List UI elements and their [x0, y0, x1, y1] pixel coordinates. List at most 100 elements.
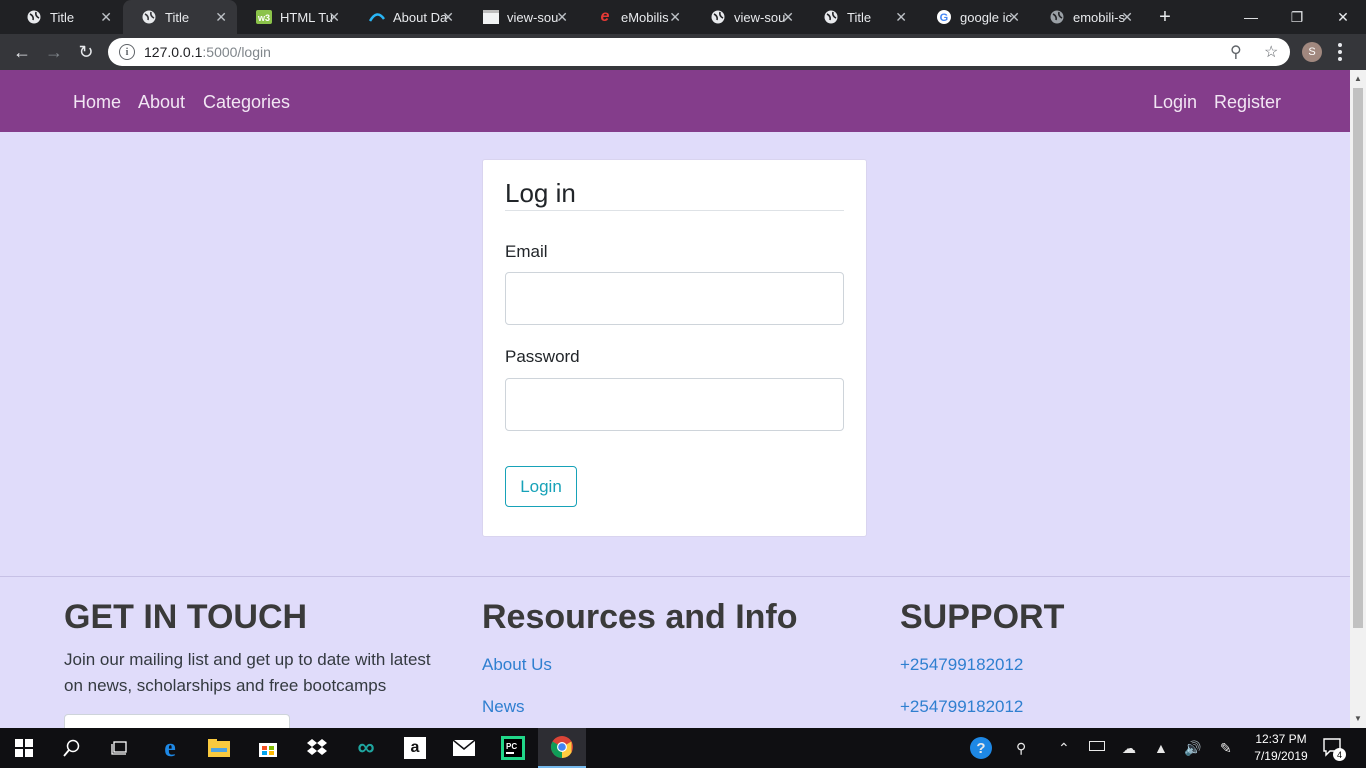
footer-column-touch: GET IN TOUCH Join our mailing list and g…: [64, 598, 444, 699]
browser-tab[interactable]: G google ic ✕: [918, 0, 1030, 34]
globe-icon: [1049, 9, 1065, 25]
browser-tab-active[interactable]: Title ✕: [123, 0, 237, 34]
close-icon[interactable]: ✕: [782, 9, 794, 26]
browser-tab[interactable]: Title ✕: [8, 0, 122, 34]
minimize-button[interactable]: —: [1228, 0, 1274, 34]
mail-icon[interactable]: [440, 728, 488, 768]
browser-tab-strip: Title ✕ Title ✕ w3 HTML Tu ✕ About Da ✕ …: [0, 0, 1366, 34]
footer-column-resources: Resources and Info About Us News: [482, 598, 798, 717]
amazon-icon[interactable]: a: [391, 728, 439, 768]
footer-divider: [0, 576, 1350, 577]
email-field[interactable]: [505, 272, 844, 325]
store-icon[interactable]: [244, 728, 292, 768]
footer-link-phone[interactable]: +254799182012: [900, 697, 1064, 717]
close-icon[interactable]: ✕: [1008, 9, 1020, 26]
nav-link-login[interactable]: Login: [1153, 92, 1197, 113]
nav-link-categories[interactable]: Categories: [203, 92, 290, 113]
w3schools-icon: w3: [256, 9, 272, 25]
globe-icon: [26, 9, 42, 25]
emobilis-icon: e: [600, 8, 610, 25]
globe-icon: [141, 9, 157, 25]
reload-button[interactable]: ↻: [72, 38, 100, 66]
close-icon[interactable]: ✕: [215, 9, 227, 26]
close-icon[interactable]: ✕: [669, 9, 681, 26]
info-icon[interactable]: i: [119, 44, 135, 60]
browser-tab[interactable]: emobili-s ✕: [1031, 0, 1143, 34]
page-viewport: Home About Categories Login Register Log…: [0, 70, 1350, 728]
clock-date: 7/19/2019: [1254, 749, 1308, 763]
site-navbar: Home About Categories Login Register: [0, 70, 1350, 132]
url-text: 127.0.0.1:5000/login: [144, 44, 271, 60]
scroll-up-icon[interactable]: ▲: [1354, 74, 1362, 83]
address-bar[interactable]: i 127.0.0.1:5000/login ⚲ ☆: [108, 38, 1290, 66]
login-title: Log in: [505, 178, 576, 208]
pycharm-icon[interactable]: PC: [489, 728, 537, 768]
nav-link-home[interactable]: Home: [73, 92, 121, 113]
footer-heading: SUPPORT: [900, 598, 1065, 636]
browser-toolbar: ← → ↻ i 127.0.0.1:5000/login ⚲ ☆: [0, 34, 1366, 70]
password-label: Password: [505, 347, 580, 366]
notification-icon[interactable]: 4: [1322, 737, 1346, 761]
task-view-icon[interactable]: [96, 728, 144, 768]
login-button[interactable]: Login: [505, 466, 577, 507]
scroll-down-icon[interactable]: ▼: [1354, 714, 1362, 723]
notification-count: 4: [1333, 748, 1346, 761]
forward-button[interactable]: →: [40, 38, 68, 66]
browser-tab[interactable]: view-sou ✕: [465, 0, 578, 34]
browser-tab[interactable]: About Da ✕: [351, 0, 464, 34]
avatar[interactable]: S: [1302, 42, 1322, 62]
footer-link-about-us[interactable]: About Us: [482, 655, 798, 675]
login-card: Log in Email Password Login: [482, 159, 867, 537]
browser-tab[interactable]: w3 HTML Tu ✕: [238, 0, 350, 34]
back-button[interactable]: ←: [8, 38, 36, 66]
edge-icon[interactable]: e: [146, 728, 194, 768]
restore-button[interactable]: ❐: [1274, 0, 1320, 34]
new-tab-button[interactable]: +: [1152, 4, 1178, 30]
star-icon[interactable]: ☆: [1264, 42, 1278, 62]
svg-text:PC: PC: [506, 742, 517, 751]
footer-heading: GET IN TOUCH: [64, 598, 308, 636]
svg-text:w3: w3: [257, 13, 270, 23]
globe-icon: [710, 9, 726, 25]
scrollbar-thumb[interactable]: [1353, 88, 1363, 628]
chevron-up-icon[interactable]: ⌃: [1058, 740, 1070, 757]
nav-link-register[interactable]: Register: [1214, 92, 1281, 113]
wifi-icon[interactable]: ▲: [1154, 740, 1168, 756]
blank-page-icon: [483, 9, 499, 25]
browser-tab[interactable]: e eMobilis ✕: [579, 0, 691, 34]
clock[interactable]: 12:37 PM 7/19/2019: [1244, 731, 1318, 765]
subscribe-email-input[interactable]: [64, 714, 290, 728]
file-explorer-icon[interactable]: [195, 728, 243, 768]
close-icon[interactable]: ✕: [1121, 9, 1133, 26]
footer-link-phone[interactable]: +254799182012: [900, 655, 1064, 675]
browser-tab[interactable]: Title ✕: [805, 0, 917, 34]
footer-link-news[interactable]: News: [482, 697, 798, 717]
password-field[interactable]: [505, 378, 844, 431]
help-icon[interactable]: ?: [970, 737, 992, 759]
close-icon[interactable]: ✕: [100, 9, 112, 26]
google-icon: G: [936, 9, 952, 25]
people-icon[interactable]: ⚲: [1016, 740, 1026, 757]
search-icon[interactable]: [48, 728, 96, 768]
volume-icon[interactable]: 🔊: [1184, 740, 1201, 757]
close-icon[interactable]: ✕: [442, 9, 454, 26]
arduino-icon[interactable]: ∞: [342, 728, 390, 768]
battery-icon[interactable]: [1089, 741, 1105, 751]
footer-column-support: SUPPORT +254799182012 +254799182012: [900, 598, 1064, 717]
close-icon[interactable]: ✕: [328, 9, 340, 26]
close-window-button[interactable]: ✕: [1320, 0, 1366, 34]
zoom-icon[interactable]: ⚲: [1230, 42, 1242, 62]
chrome-icon[interactable]: [538, 728, 586, 768]
dropbox-icon[interactable]: [293, 728, 341, 768]
clock-time: 12:37 PM: [1255, 732, 1307, 746]
nav-link-about[interactable]: About: [138, 92, 185, 113]
close-icon[interactable]: ✕: [556, 9, 568, 26]
taskbar: e ∞ a PC ? ⚲ ⌃ ☁ ▲ 🔊 ✎ 12:37 PM 7/19/201…: [0, 728, 1366, 768]
start-button[interactable]: [0, 728, 48, 768]
cloud-icon[interactable]: ☁: [1122, 740, 1136, 757]
scrollbar[interactable]: ▲ ▼: [1350, 70, 1366, 728]
menu-icon[interactable]: [1330, 40, 1350, 64]
close-icon[interactable]: ✕: [895, 9, 907, 26]
pen-icon[interactable]: ✎: [1220, 740, 1232, 757]
browser-tab[interactable]: view-sou ✕: [692, 0, 804, 34]
